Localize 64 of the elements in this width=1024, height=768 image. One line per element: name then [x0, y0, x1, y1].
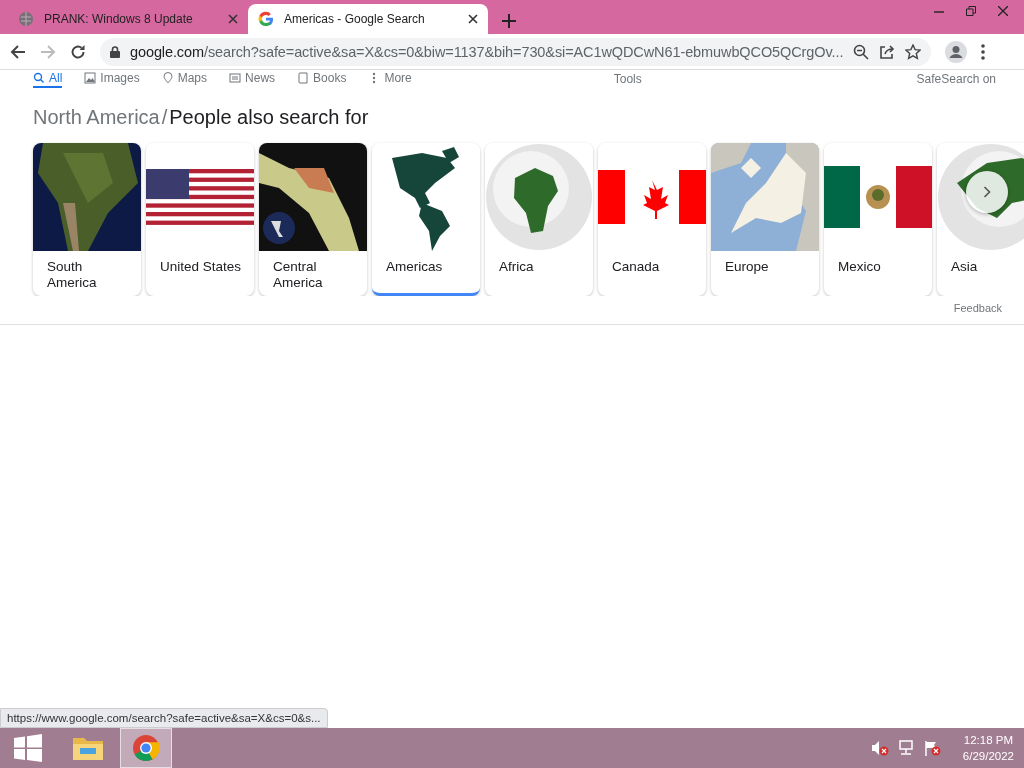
close-icon[interactable] — [468, 14, 478, 24]
back-icon[interactable] — [10, 43, 26, 60]
result-card[interactable]: Asia — [937, 143, 1024, 296]
result-card[interactable]: United States — [146, 143, 254, 296]
nav-link[interactable]: Images — [84, 70, 140, 88]
menu-icon[interactable] — [981, 43, 986, 60]
card-label: United States — [159, 258, 243, 275]
taskbar-app[interactable] — [120, 728, 172, 768]
nav-link[interactable]: More — [368, 70, 412, 88]
nav-link[interactable]: Books — [297, 70, 347, 88]
nav-link[interactable]: Maps — [161, 70, 208, 88]
zoom-out-icon[interactable] — [853, 43, 870, 60]
card-label: Central America — [272, 258, 324, 291]
card-label: Americas — [385, 258, 444, 275]
nav-link[interactable]: News — [229, 70, 276, 88]
card-label: Mexico — [837, 258, 882, 275]
result-card[interactable]: South America — [33, 143, 141, 296]
plus-icon[interactable] — [502, 14, 516, 28]
result-card[interactable]: Americas — [372, 143, 480, 296]
globe-icon — [18, 11, 34, 27]
google-icon — [258, 11, 274, 27]
image-icon — [84, 72, 97, 84]
breadcrumb-separator: / — [161, 106, 168, 129]
browser-tab[interactable]: Americas - Google Search — [248, 4, 488, 34]
feedback-link[interactable]: Feedback — [953, 302, 1002, 314]
browser-tab[interactable]: PRANK: Windows 8 Update — [8, 4, 248, 34]
chrome-icon — [132, 734, 160, 762]
lock-icon — [110, 45, 120, 58]
result-card[interactable]: Europe — [711, 143, 819, 296]
safesearch-label[interactable]: SafeSearch on — [916, 72, 996, 86]
breadcrumb-link[interactable]: North America — [33, 106, 160, 129]
network-icon[interactable] — [896, 740, 915, 756]
card-label: Europe — [724, 258, 770, 275]
card-label: Africa — [498, 258, 535, 275]
speaker-muted-icon[interactable] — [870, 740, 889, 756]
clock-date[interactable]: 6/29/2022 — [962, 748, 1014, 764]
windows-logo-icon[interactable] — [14, 734, 42, 762]
tab-title: PRANK: Windows 8 Update — [44, 12, 194, 26]
card-label: Asia — [950, 258, 979, 275]
result-card[interactable]: Africa — [485, 143, 593, 296]
card-label: South America — [46, 258, 98, 291]
status-url: https://www.google.com/search?safe=active&sa=X&cs=0&s... — [0, 708, 328, 728]
card-label: Canada — [611, 258, 661, 275]
reload-icon[interactable] — [70, 43, 86, 60]
section-title: People also search for — [169, 106, 369, 129]
nav-link[interactable]: All — [33, 70, 63, 88]
url-text: google.com/search?safe=active&sa=X&cs=0&biw=1137&bih=730&si=AC1wQDCwN61-ebmuwbQCO5QCrgOv... — [130, 43, 844, 60]
result-card[interactable]: Central America — [259, 143, 367, 296]
book-icon — [297, 72, 310, 84]
clock-time[interactable]: 12:18 PM — [963, 732, 1014, 748]
newspaper-icon — [229, 72, 242, 84]
share-icon[interactable] — [879, 43, 896, 60]
result-card[interactable]: Canada — [598, 143, 706, 296]
profile-icon[interactable] — [945, 40, 968, 63]
chevron-icon — [983, 186, 991, 198]
action-center-flag-icon[interactable] — [922, 740, 941, 756]
map-pin-icon — [161, 72, 174, 84]
address-bar[interactable]: google.com/search?safe=active&sa=X&cs=0&biw=1137&bih=730&si=AC1wQDCwN61-ebmuwbQCO5QCrgOv... — [100, 37, 932, 66]
star-icon[interactable] — [905, 43, 922, 60]
result-card[interactable]: Mexico — [824, 143, 932, 296]
search-icon — [33, 72, 45, 84]
tools-link[interactable]: Tools — [613, 72, 642, 86]
restore-icon[interactable] — [966, 6, 976, 16]
tab-title: Americas - Google Search — [284, 12, 426, 26]
